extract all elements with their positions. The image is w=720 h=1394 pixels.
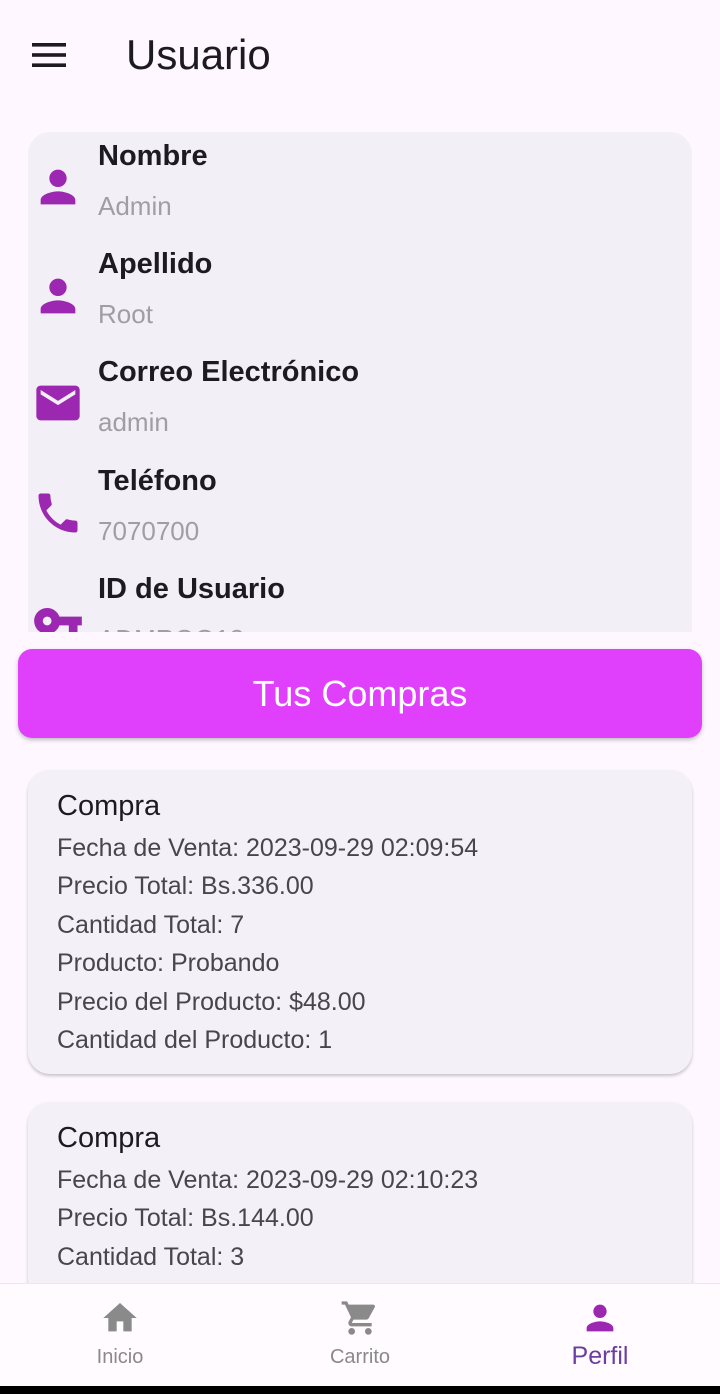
field-label: Apellido bbox=[98, 248, 213, 280]
nav-label: Carrito bbox=[329, 1346, 390, 1368]
purchase-title: Compra bbox=[57, 1122, 161, 1154]
field-correo: Correo Electrónico admin bbox=[28, 350, 692, 458]
purchase-card: Compra Fecha de Venta: 2023-09-29 02:09:… bbox=[28, 770, 692, 1074]
person-icon bbox=[40, 169, 76, 205]
field-apellido: Apellido Root bbox=[28, 242, 692, 350]
menu-button[interactable] bbox=[24, 30, 74, 80]
purchase-date: Fecha de Venta: 2023-09-29 02:10:23 bbox=[57, 1166, 479, 1194]
field-label: ID de Usuario bbox=[98, 573, 285, 605]
purchase-total-quantity: Cantidad Total: 3 bbox=[57, 1242, 245, 1271]
purchase-product-quantity: Cantidad del Producto: 1 bbox=[57, 1026, 333, 1055]
field-value: admin bbox=[98, 407, 169, 437]
key-icon bbox=[34, 608, 82, 632]
purchase-total-price: Precio Total: Bs.144.00 bbox=[57, 1204, 314, 1233]
home-icon bbox=[103, 1303, 137, 1332]
field-value: ADMROO12 bbox=[98, 617, 244, 632]
app-bar: Usuario bbox=[0, 0, 720, 112]
purchase-title: Compra bbox=[57, 790, 161, 822]
system-navigation-bar bbox=[0, 1386, 720, 1394]
purchase-total-quantity: Cantidad Total: 7 bbox=[57, 910, 245, 939]
field-value: Root bbox=[98, 299, 153, 329]
field-telefono: Teléfono 7070700 bbox=[28, 459, 692, 567]
phone-icon bbox=[38, 493, 78, 533]
cart-icon bbox=[341, 1301, 376, 1335]
nav-item-inicio[interactable]: Inicio bbox=[0, 1284, 240, 1387]
nav-item-perfil[interactable]: Perfil bbox=[480, 1284, 720, 1387]
menu-icon bbox=[32, 43, 66, 67]
purchase-total-price: Precio Total: Bs.336.00 bbox=[57, 872, 314, 901]
person-icon bbox=[586, 1304, 614, 1332]
email-icon bbox=[36, 385, 80, 421]
field-label: Teléfono bbox=[98, 465, 217, 497]
page-title: Usuario bbox=[126, 31, 271, 78]
nav-label: Inicio bbox=[96, 1346, 144, 1368]
purchase-product-price: Precio del Producto: $48.00 bbox=[57, 987, 366, 1016]
field-value: 7070700 bbox=[98, 516, 200, 546]
field-label: Correo Electrónico bbox=[98, 356, 360, 388]
nav-label: Perfil bbox=[571, 1342, 629, 1370]
bottom-navigation: Inicio Carrito Perfil bbox=[0, 1283, 720, 1386]
field-value: Admin bbox=[98, 191, 172, 221]
field-nombre: Nombre Admin bbox=[28, 134, 692, 242]
purchase-product: Producto: Probando bbox=[57, 949, 280, 978]
field-id-usuario: ID de Usuario ADMROO12 bbox=[28, 567, 692, 632]
purchase-date: Fecha de Venta: 2023-09-29 02:09:54 bbox=[57, 834, 479, 862]
field-label: Nombre bbox=[98, 140, 208, 172]
person-icon bbox=[40, 278, 76, 314]
profile-card: Nombre Admin Apellido Root Correo Electr… bbox=[28, 132, 692, 632]
purchase-card: Compra Fecha de Venta: 2023-09-29 02:10:… bbox=[28, 1102, 692, 1302]
tus-compras-button[interactable]: Tus Compras bbox=[18, 649, 702, 738]
nav-item-carrito[interactable]: Carrito bbox=[240, 1284, 480, 1387]
